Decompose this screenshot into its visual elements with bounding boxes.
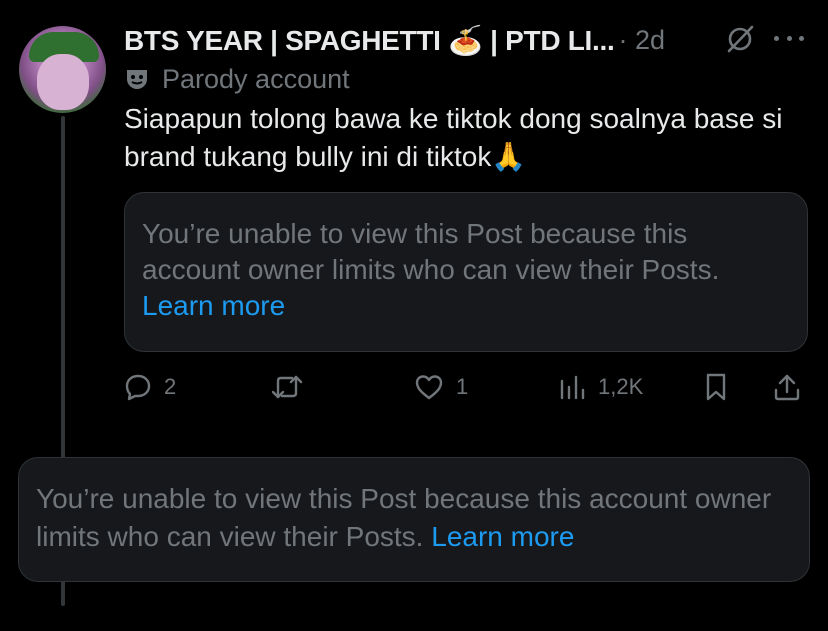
quote-notice-text: You’re unable to view this Post because … bbox=[142, 218, 720, 285]
unavailable-notice-text: You’re unable to view this Post because … bbox=[36, 483, 772, 552]
action-bar: 2 1 1,2K bbox=[124, 366, 814, 408]
learn-more-link-2[interactable]: Learn more bbox=[431, 521, 574, 552]
unavailable-post-card[interactable]: You’re unable to view this Post because … bbox=[18, 457, 810, 582]
reply-icon bbox=[125, 374, 151, 401]
views-icon bbox=[560, 375, 585, 400]
avatar[interactable] bbox=[19, 26, 106, 113]
views-count: 1,2K bbox=[598, 374, 644, 399]
more-icon[interactable] bbox=[774, 25, 804, 51]
like-button[interactable]: 1 bbox=[414, 366, 468, 408]
mask-icon bbox=[127, 70, 147, 89]
bookmark-button[interactable] bbox=[704, 366, 728, 408]
share-icon bbox=[774, 374, 800, 401]
parody-label-text: Parody account bbox=[162, 63, 350, 94]
post-header: BTS YEAR | SPAGHETTI 🍝 | PTD LI... · 2d bbox=[124, 22, 665, 58]
post-text: Siapapun tolong bawa ke tiktok dong soal… bbox=[124, 103, 783, 172]
avatar-face bbox=[37, 54, 89, 110]
reply-button[interactable]: 2 bbox=[124, 366, 176, 408]
repost-icon bbox=[271, 375, 303, 399]
views-button[interactable]: 1,2K bbox=[558, 366, 643, 408]
reply-count: 2 bbox=[164, 374, 177, 399]
heart-icon bbox=[415, 375, 443, 400]
quote-unavailable-card[interactable]: You’re unable to view this Post because … bbox=[124, 192, 808, 352]
share-button[interactable] bbox=[772, 366, 802, 408]
parody-label: Parody account bbox=[124, 62, 350, 96]
post-timestamp[interactable]: · 2d bbox=[618, 25, 665, 56]
bookmark-icon bbox=[706, 373, 726, 401]
display-name[interactable]: BTS YEAR | SPAGHETTI 🍝 | PTD LI... bbox=[124, 24, 615, 57]
like-count: 1 bbox=[456, 374, 469, 399]
grok-icon[interactable] bbox=[725, 24, 755, 54]
repost-button[interactable] bbox=[270, 366, 304, 408]
learn-more-link[interactable]: Learn more bbox=[142, 290, 285, 321]
